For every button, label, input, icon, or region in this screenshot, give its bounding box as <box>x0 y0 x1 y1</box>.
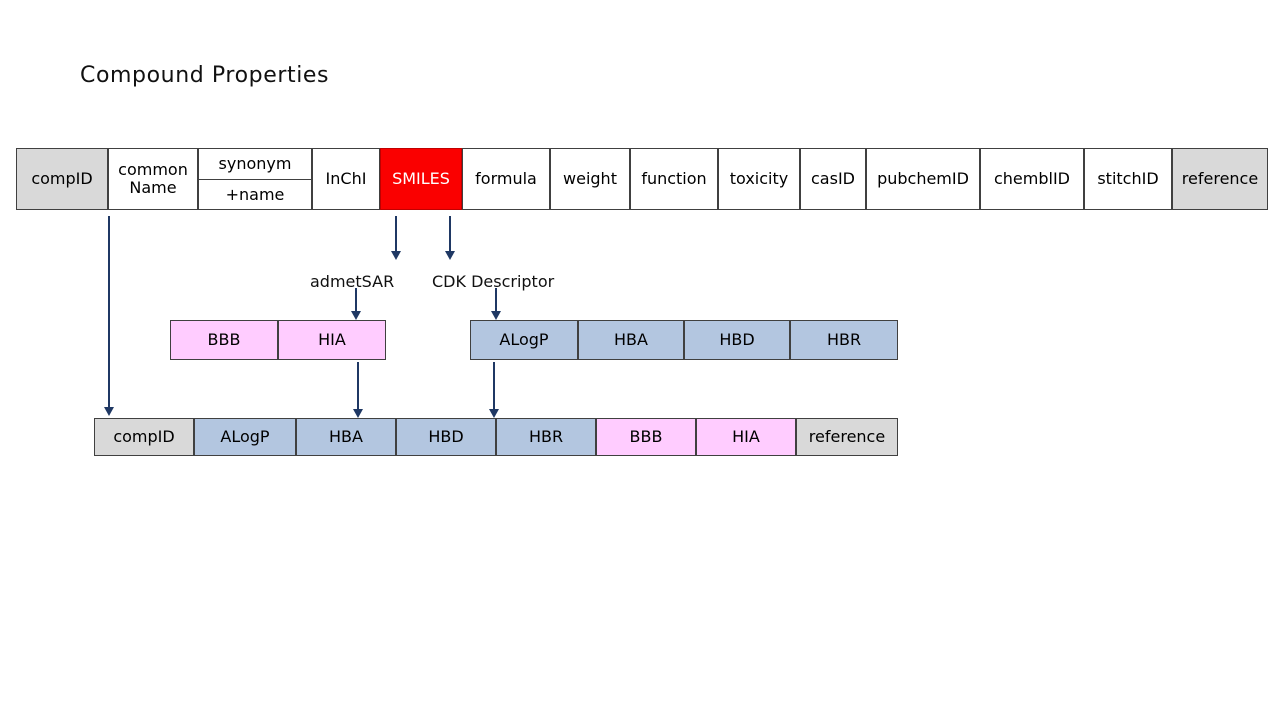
table-cell-text: SMILES <box>392 168 450 188</box>
arrow-head-icon <box>489 409 499 418</box>
table-cell-text: compID <box>31 168 93 188</box>
arrow-head-icon <box>491 311 501 320</box>
table-cell-hia: HIA <box>696 418 796 456</box>
table-cell-text: ALogP <box>499 329 549 349</box>
table-cell-hbd: HBD <box>396 418 496 456</box>
arrow-head-icon <box>104 407 114 416</box>
table-cell-text: common <box>118 160 188 180</box>
table-cell-alogp: ALogP <box>194 418 296 456</box>
table-cell-text: function <box>641 168 707 188</box>
table-cell-compid: compID <box>16 148 108 210</box>
table-cell-hia: HIA <box>278 320 386 360</box>
table-cell-stitchid: stitchID <box>1084 148 1172 210</box>
table-cell-compid: compID <box>94 418 194 456</box>
table-cell-chemblid: chemblID <box>980 148 1084 210</box>
table-cell-reference: reference <box>1172 148 1268 210</box>
table-cell-text: reference <box>808 426 886 446</box>
table-cell-text: formula <box>475 168 537 188</box>
table-cell-hbr: HBR <box>496 418 596 456</box>
table-cell-bbb: BBB <box>170 320 278 360</box>
table-cell-text: stitchID <box>1097 168 1159 188</box>
table-cell-commonname: common Name <box>108 148 198 210</box>
arrow-shaft <box>355 288 357 312</box>
arrow-shaft <box>357 362 359 410</box>
table-cell-hba: HBA <box>296 418 396 456</box>
table-cell-text: compID <box>113 426 175 446</box>
table-cell-text: HBD <box>428 426 464 446</box>
arrow-shaft <box>493 362 495 410</box>
table-cell-text: chemblID <box>993 168 1070 188</box>
table-cell-text: Name <box>129 178 177 197</box>
table-cell-text: HBA <box>329 426 363 446</box>
arrow-shaft <box>495 288 497 312</box>
table-cell-casid: casID <box>800 148 866 210</box>
table-cell-text: ALogP <box>220 426 270 446</box>
table-cell-text: synonym <box>199 149 311 180</box>
table-cell-formula: formula <box>462 148 550 210</box>
arrow-shaft <box>395 216 397 252</box>
table-cell-text: InChI <box>325 168 367 188</box>
table-cell-text: +name <box>225 184 285 204</box>
table-cell-text: HIA <box>732 426 760 446</box>
table-cell-hbr: HBR <box>790 320 898 360</box>
table-cell-text: HIA <box>318 329 346 349</box>
table-cell-bbb: BBB <box>596 418 696 456</box>
page-title: Compound Properties <box>80 63 330 88</box>
arrow-shaft <box>108 216 110 408</box>
table-cell-inchi: InChI <box>312 148 380 210</box>
arrow-head-icon <box>351 311 361 320</box>
table-cell-text: weight <box>563 168 617 188</box>
arrow-head-icon <box>353 409 363 418</box>
table-cell-text: pubchemID <box>877 168 969 188</box>
table-cell-text: toxicity <box>729 168 789 188</box>
table-cell-pubchemid: pubchemID <box>866 148 980 210</box>
table-cell-text: HBD <box>719 329 755 349</box>
table-cell-weight: weight <box>550 148 630 210</box>
table-cell-text: reference <box>1181 168 1259 188</box>
table-cell-text: HBA <box>614 329 648 349</box>
admetsar-label: admetSAR <box>310 272 395 291</box>
table-cell-hba: HBA <box>578 320 684 360</box>
table-cell-reference: reference <box>796 418 898 456</box>
arrow-head-icon <box>391 251 401 260</box>
arrow-shaft <box>449 216 451 252</box>
table-cell-text: BBB <box>207 329 241 349</box>
cdk-label: CDK Descriptor <box>432 272 555 291</box>
table-cell-alogp: ALogP <box>470 320 578 360</box>
table-cell-text: casID <box>811 168 855 188</box>
arrow-head-icon <box>445 251 455 260</box>
table-cell-text: HBR <box>528 426 564 446</box>
table-cell-smiles: SMILES <box>380 148 462 210</box>
table-cell-synonym: synonym +name <box>198 148 312 210</box>
table-cell-toxicity: toxicity <box>718 148 800 210</box>
table-cell-hbd: HBD <box>684 320 790 360</box>
table-cell-function: function <box>630 148 718 210</box>
table-cell-text: BBB <box>629 426 663 446</box>
table-cell-text: HBR <box>826 329 862 349</box>
